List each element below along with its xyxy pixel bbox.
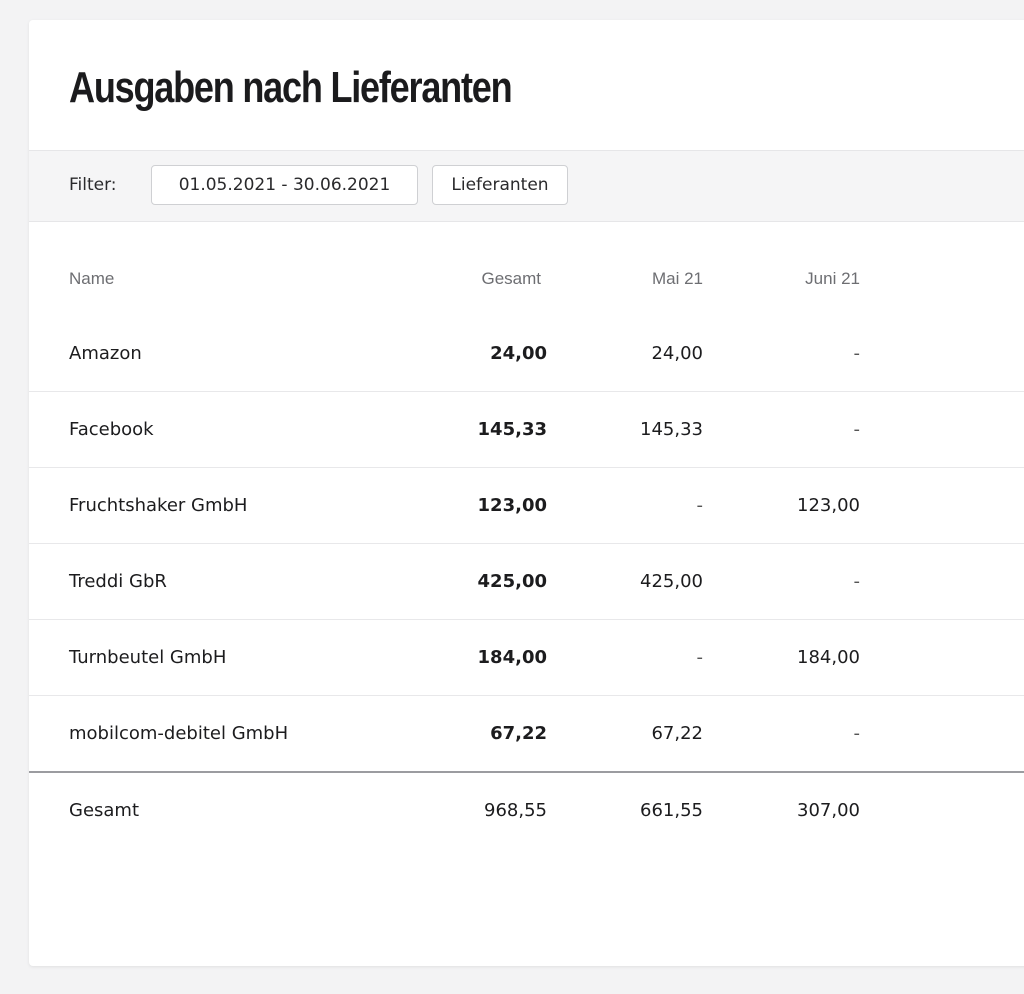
- may-total: 661,55: [640, 799, 703, 821]
- supplier-june-value: -: [853, 419, 861, 440]
- supplier-total: 24,00: [490, 343, 547, 364]
- supplier-name: mobilcom-debitel GmbH: [69, 723, 289, 744]
- supplier-may-value: 145,33: [640, 419, 703, 440]
- supplier-june-value: 184,00: [797, 647, 860, 668]
- supplier-name: Facebook: [69, 419, 154, 440]
- table-row: Treddi GbR 425,00 425,00 -: [29, 544, 1024, 620]
- supplier-total: 123,00: [477, 495, 547, 516]
- supplier-total: 184,00: [477, 647, 547, 668]
- june-total: 307,00: [797, 799, 860, 821]
- supplier-june-value: 123,00: [797, 495, 860, 516]
- supplier-filter-button[interactable]: Lieferanten: [432, 165, 568, 205]
- date-range-filter-button[interactable]: 01.05.2021 - 30.06.2021: [151, 165, 418, 205]
- supplier-name: Turnbeutel GmbH: [69, 647, 227, 668]
- table-row: Fruchtshaker GmbH 123,00 - 123,00: [29, 468, 1024, 544]
- suppliers-table: Name Gesamt Mai 21 Juni 21 Amazon 24,00 …: [29, 242, 1024, 847]
- supplier-may-value: -: [696, 647, 704, 668]
- filter-bar: Filter: 01.05.2021 - 30.06.2021 Lieferan…: [29, 150, 1024, 222]
- table-header: Name Gesamt Mai 21 Juni 21: [29, 242, 1024, 316]
- supplier-name: Treddi GbR: [69, 571, 167, 592]
- column-header-june[interactable]: Juni 21: [729, 242, 860, 316]
- supplier-total: 145,33: [477, 419, 547, 440]
- supplier-june-value: -: [853, 723, 861, 744]
- totals-label: Gesamt: [69, 799, 140, 821]
- table-row: Turnbeutel GmbH 184,00 - 184,00: [29, 620, 1024, 696]
- table-row: Amazon 24,00 24,00 -: [29, 316, 1024, 392]
- column-header-total[interactable]: Gesamt: [429, 242, 541, 316]
- filter-label: Filter:: [69, 175, 117, 195]
- column-header-name[interactable]: Name: [69, 242, 429, 316]
- table-row: mobilcom-debitel GmbH 67,22 67,22 -: [29, 696, 1024, 771]
- column-header-may[interactable]: Mai 21: [569, 242, 703, 316]
- supplier-name: Amazon: [69, 343, 142, 364]
- supplier-may-value: -: [696, 495, 704, 516]
- supplier-total: 67,22: [490, 723, 547, 744]
- supplier-may-value: 24,00: [651, 343, 703, 364]
- page-title: Ausgaben nach Lieferanten: [69, 63, 513, 112]
- table-row: Facebook 145,33 145,33 -: [29, 392, 1024, 468]
- totals-row: Gesamt 968,55 661,55 307,00: [29, 771, 1024, 847]
- supplier-june-value: -: [853, 343, 861, 364]
- supplier-june-value: -: [853, 571, 861, 592]
- supplier-name: Fruchtshaker GmbH: [69, 495, 248, 516]
- supplier-total: 425,00: [477, 571, 547, 592]
- supplier-may-value: 425,00: [640, 571, 703, 592]
- report-card: Ausgaben nach Lieferanten Filter: 01.05.…: [29, 20, 1024, 966]
- supplier-may-value: 67,22: [651, 723, 703, 744]
- grand-total: 968,55: [484, 799, 547, 821]
